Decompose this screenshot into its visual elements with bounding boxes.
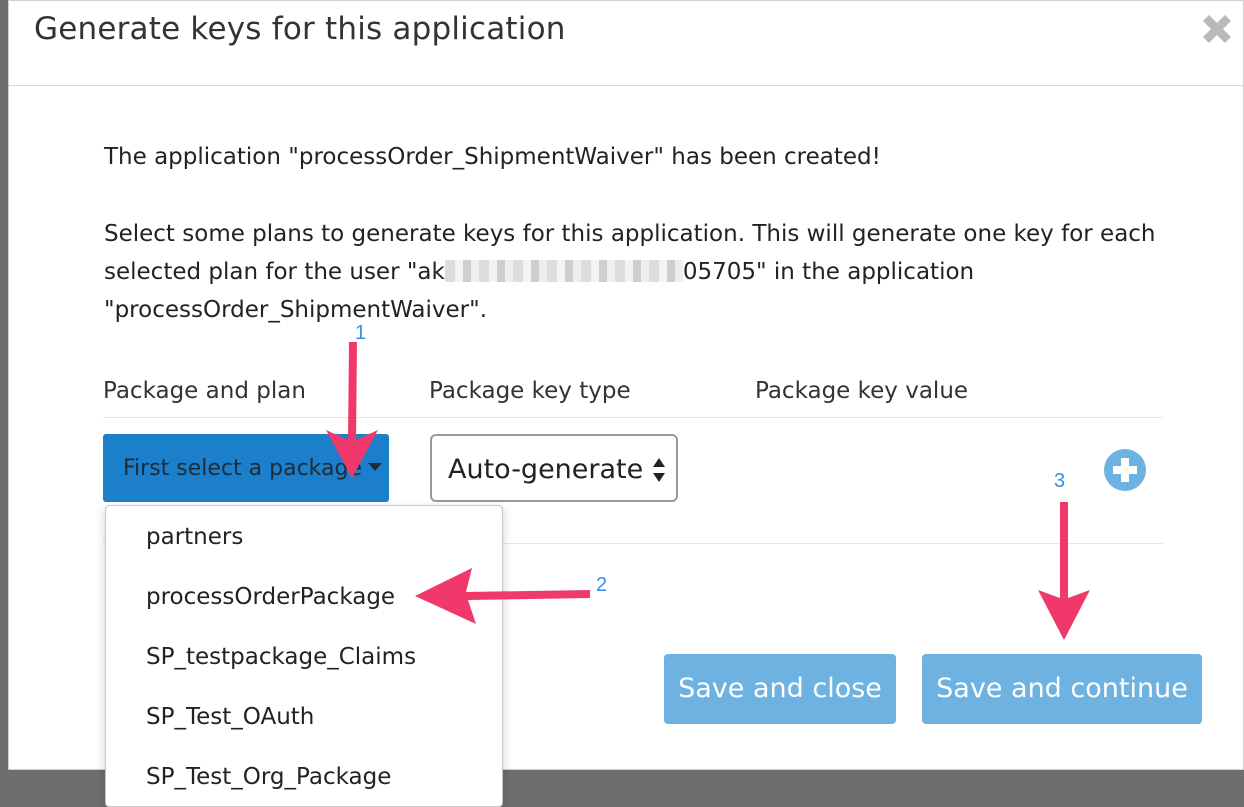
arrow-2 bbox=[415, 568, 590, 624]
arrow-1 bbox=[326, 342, 378, 478]
annotation-arrows bbox=[326, 342, 1090, 640]
annotation-label-3: 3 bbox=[1054, 470, 1066, 492]
arrow-3 bbox=[1038, 502, 1090, 640]
annotation-label-2: 2 bbox=[596, 574, 608, 596]
annotation-label-1: 1 bbox=[355, 322, 367, 344]
